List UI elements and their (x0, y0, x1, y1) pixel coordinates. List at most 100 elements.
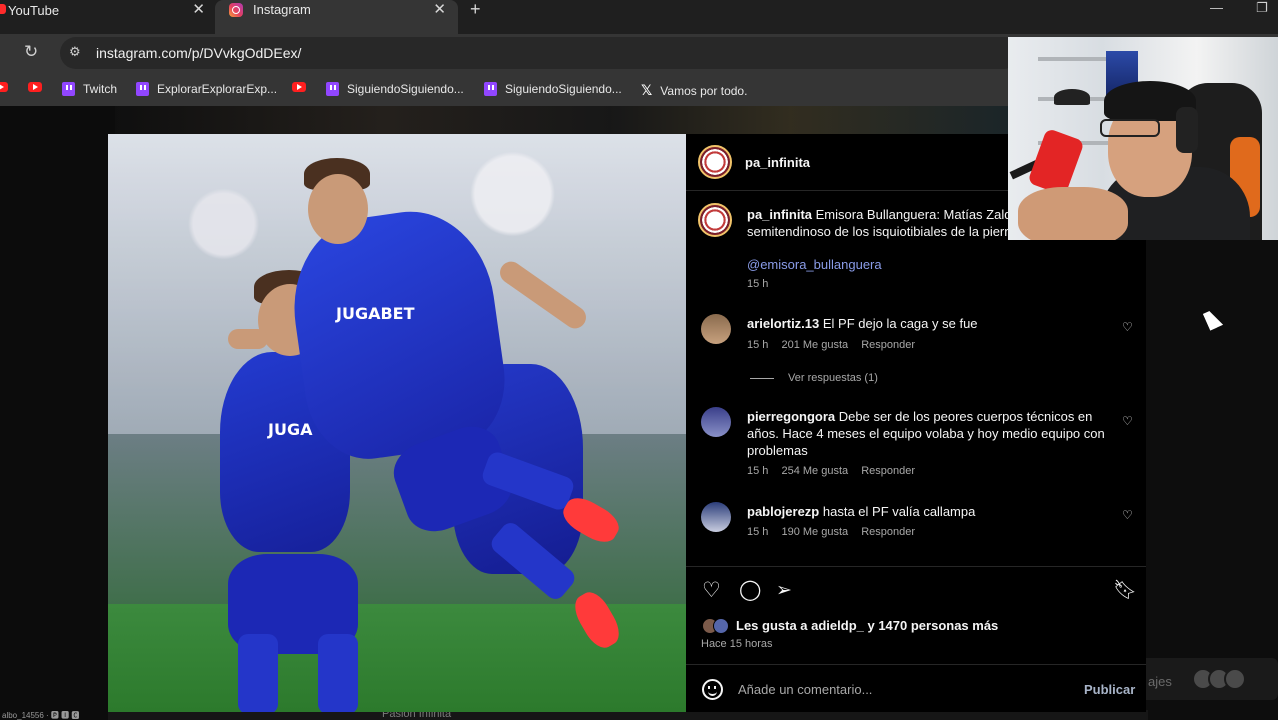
actions-divider (686, 566, 1146, 567)
bookmark-youtube[interactable] (292, 82, 306, 92)
youtube-icon (0, 82, 8, 92)
caption-body: Emisora Bullanguera: Matías Zaldiv (815, 207, 1021, 222)
twitch-icon (326, 82, 339, 96)
post-image[interactable]: JUGABET JUGA (108, 134, 686, 712)
url-field[interactable]: ⚙ instagram.com/p/DVvkgOdDEex/ (60, 37, 1020, 69)
author-avatar[interactable] (698, 145, 732, 179)
bookmark-explorar[interactable]: ExplorarExplorarExp... (136, 82, 277, 96)
bookmark-label: SiguiendoSiguiendo... (347, 82, 464, 96)
webcam-overlay (1008, 37, 1278, 240)
comment-likes[interactable]: 254 Me gusta (781, 465, 848, 477)
streamer-hands (1018, 187, 1128, 240)
caption-username[interactable]: pa_infinita (747, 207, 812, 222)
input-divider (686, 664, 1146, 665)
commenter-avatar[interactable] (701, 314, 731, 344)
bookmark-label: Twitch (83, 82, 118, 96)
comment-reply-button[interactable]: Responder (861, 465, 915, 477)
site-settings-icon[interactable]: ⚙ (69, 44, 81, 60)
comment-meta: 15 h 254 Me gusta Responder (747, 465, 925, 477)
comment-like-heart-icon[interactable]: ♡ (1122, 508, 1133, 522)
comment-like-heart-icon[interactable]: ♡ (1122, 320, 1133, 334)
view-replies-button[interactable]: Ver respuestas (1) (750, 372, 878, 384)
comment-text: pablojerezp hasta el PF valía callampa (747, 503, 1107, 520)
comment-text: arielortiz.13 El PF dejo la caga y se fu… (747, 315, 1107, 332)
player-sock (238, 634, 278, 712)
comment-reply-button[interactable]: Responder (861, 339, 915, 351)
comment-time: 15 h (747, 465, 769, 477)
caption-body-2: semitendinoso de los isquiotibiales de l… (747, 224, 1009, 239)
bookmark-youtube[interactable] (0, 82, 8, 92)
youtube-icon (0, 4, 6, 14)
comment-likes[interactable]: 190 Me gusta (781, 526, 848, 538)
bookmark-label: Vamos por todo. (660, 83, 748, 98)
emoji-icon[interactable] (702, 679, 723, 700)
instagram-icon (229, 3, 243, 17)
cap-on-shelf (1054, 89, 1090, 105)
caption-mention[interactable]: @emisora_bullanguera (747, 257, 882, 272)
share-send-icon[interactable]: ➢ (776, 580, 792, 601)
youtube-icon (28, 82, 42, 92)
save-bookmark-icon[interactable]: 🔖︎ (1113, 580, 1137, 601)
likes-summary[interactable]: Les gusta a adieldp_ y 1470 personas más (736, 618, 998, 633)
bookmark-twitch[interactable]: Twitch (62, 82, 117, 96)
close-icon[interactable]: ✕ (192, 0, 205, 18)
player-arm (228, 329, 268, 349)
comment-username[interactable]: pablojerezp (747, 504, 819, 519)
comment-body: hasta el PF valía callampa (822, 504, 976, 519)
tab-title: Instagram (253, 2, 311, 17)
tab-title: YouTube (8, 2, 60, 18)
likers-avatars (702, 618, 729, 634)
comment-text: pierregongora Debe ser de los peores cue… (747, 408, 1107, 459)
like-heart-icon[interactable]: ♡ (702, 580, 721, 601)
comment-username[interactable]: pierregongora (747, 409, 835, 424)
new-tab-button[interactable]: + (470, 0, 481, 20)
overlay-watermark: albo_14556 · 🅿 🅸 🅲 (2, 711, 80, 720)
restore-icon[interactable]: ❐ (1256, 0, 1268, 16)
commenter-avatar[interactable] (701, 502, 731, 532)
comment-reply-button[interactable]: Responder (861, 526, 915, 538)
comment-likes[interactable]: 201 Me gusta (781, 339, 848, 351)
bookmark-siguiendo-1[interactable]: SiguiendoSiguiendo... (326, 82, 464, 96)
posted-time: Hace 15 horas (701, 638, 773, 650)
comment-body: El PF dejo la caga y se fue (822, 316, 978, 331)
tab-youtube[interactable]: YouTube ✕ (0, 0, 215, 20)
commenter-avatar[interactable] (701, 407, 731, 437)
comment-username[interactable]: arielortiz.13 (747, 316, 819, 331)
microphone (1027, 127, 1085, 197)
tab-instagram[interactable]: Instagram ✕ (215, 0, 458, 34)
youtube-icon (292, 82, 306, 92)
caption-time: 15 h (747, 278, 769, 290)
view-replies-label: Ver respuestas (1) (788, 372, 878, 384)
x-icon: 𝕏 (641, 82, 653, 98)
bookmark-youtube[interactable] (28, 82, 42, 92)
twitch-icon (136, 82, 149, 96)
minimize-icon[interactable]: — (1210, 0, 1223, 15)
comment-time: 15 h (747, 339, 769, 351)
bookmark-siguiendo-2[interactable]: SiguiendoSiguiendo... (484, 82, 622, 96)
publish-button[interactable]: Publicar (1084, 682, 1135, 697)
streamer-glasses (1100, 119, 1160, 137)
player-head (308, 174, 368, 244)
url-text[interactable]: instagram.com/p/DVvkgOdDEex/ (96, 45, 301, 61)
comment-input[interactable]: Añade un comentario... (738, 682, 872, 697)
comment-meta: 15 h 190 Me gusta Responder (747, 526, 925, 538)
player-sock (318, 634, 358, 712)
reload-icon[interactable]: ↻ (24, 42, 38, 62)
author-username[interactable]: pa_infinita (745, 155, 810, 170)
caption-avatar[interactable] (698, 203, 732, 237)
background-feed-strip (115, 106, 1015, 136)
twitch-icon (484, 82, 497, 96)
caption-text: pa_infinita Emisora Bullanguera: Matías … (747, 206, 1047, 240)
bookmark-x[interactable]: 𝕏 Vamos por todo. (641, 82, 747, 99)
messages-avatars (1192, 668, 1246, 690)
sponsor-logo: JUGABET (336, 304, 415, 323)
comment-time: 15 h (747, 526, 769, 538)
close-icon[interactable]: ✕ (433, 0, 446, 18)
comment-like-heart-icon[interactable]: ♡ (1122, 414, 1133, 428)
browser-tab-bar: YouTube ✕ Instagram ✕ + — ❐ (0, 0, 1278, 34)
comment-bubble-icon[interactable]: ◯ (739, 580, 761, 601)
comment-meta: 15 h 201 Me gusta Responder (747, 339, 925, 351)
bookmark-label: SiguiendoSiguiendo... (505, 82, 622, 96)
sponsor-logo: JUGA (268, 420, 313, 439)
shelf (1038, 57, 1108, 61)
